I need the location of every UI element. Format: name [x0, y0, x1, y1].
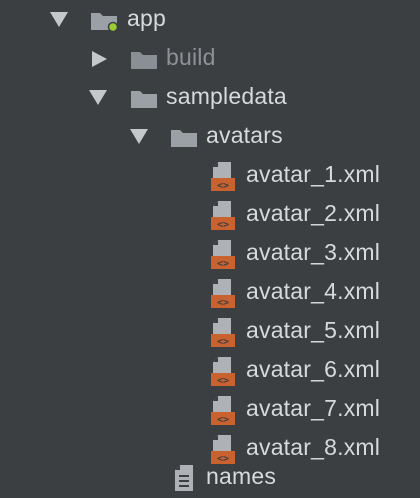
tree-file-label: avatar_7.xml — [246, 395, 381, 421]
tree-file-avatar-6[interactable]: <> avatar_6.xml — [0, 353, 420, 389]
folder-icon — [170, 127, 200, 147]
project-tree: app build sampledata avatars <> avatar_1… — [0, 0, 420, 496]
xml-file-icon: <> — [210, 161, 236, 193]
expand-arrow-icon[interactable] — [130, 129, 148, 144]
text-file-icon — [173, 463, 199, 495]
tree-file-label: avatar_1.xml — [246, 161, 381, 187]
tree-file-avatar-7[interactable]: <> avatar_7.xml — [0, 392, 420, 428]
collapsed-arrow-icon[interactable] — [92, 51, 107, 67]
svg-text:<>: <> — [217, 220, 229, 231]
svg-text:<>: <> — [217, 337, 229, 348]
tree-file-label: names — [206, 463, 277, 489]
svg-text:<>: <> — [217, 415, 229, 426]
xml-file-icon: <> — [210, 395, 236, 427]
folder-icon — [130, 49, 160, 69]
tree-file-avatar-1[interactable]: <> avatar_1.xml — [0, 158, 420, 194]
tree-file-avatar-4[interactable]: <> avatar_4.xml — [0, 275, 420, 311]
tree-file-names[interactable]: names — [0, 460, 420, 496]
xml-file-icon: <> — [210, 278, 236, 310]
tree-file-label: avatar_6.xml — [246, 356, 381, 382]
folder-icon — [130, 88, 160, 108]
tree-node-app[interactable]: app — [0, 2, 420, 38]
xml-file-icon: <> — [210, 200, 236, 232]
tree-node-label: build — [166, 44, 216, 70]
expand-arrow-icon[interactable] — [50, 12, 68, 27]
expand-arrow-icon[interactable] — [89, 90, 107, 105]
tree-node-label: app — [127, 5, 166, 31]
tree-node-avatars[interactable]: avatars — [0, 119, 420, 155]
svg-text:<>: <> — [217, 259, 229, 270]
tree-node-label: sampledata — [166, 83, 287, 109]
tree-node-sampledata[interactable]: sampledata — [0, 80, 420, 116]
tree-file-label: avatar_5.xml — [246, 317, 381, 343]
tree-file-label: avatar_2.xml — [246, 200, 381, 226]
tree-node-build[interactable]: build — [0, 41, 420, 77]
tree-file-label: avatar_8.xml — [246, 434, 381, 460]
svg-text:<>: <> — [217, 181, 229, 192]
xml-file-icon: <> — [210, 239, 236, 271]
svg-text:<>: <> — [217, 376, 229, 387]
xml-file-icon: <> — [210, 356, 236, 388]
tree-file-label: avatar_3.xml — [246, 239, 381, 265]
tree-file-avatar-5[interactable]: <> avatar_5.xml — [0, 314, 420, 350]
xml-file-icon: <> — [210, 317, 236, 349]
tree-file-label: avatar_4.xml — [246, 278, 381, 304]
svg-text:<>: <> — [217, 298, 229, 309]
tree-file-avatar-2[interactable]: <> avatar_2.xml — [0, 197, 420, 233]
tree-node-label: avatars — [206, 122, 283, 148]
tree-file-avatar-3[interactable]: <> avatar_3.xml — [0, 236, 420, 272]
module-folder-icon — [90, 10, 120, 32]
